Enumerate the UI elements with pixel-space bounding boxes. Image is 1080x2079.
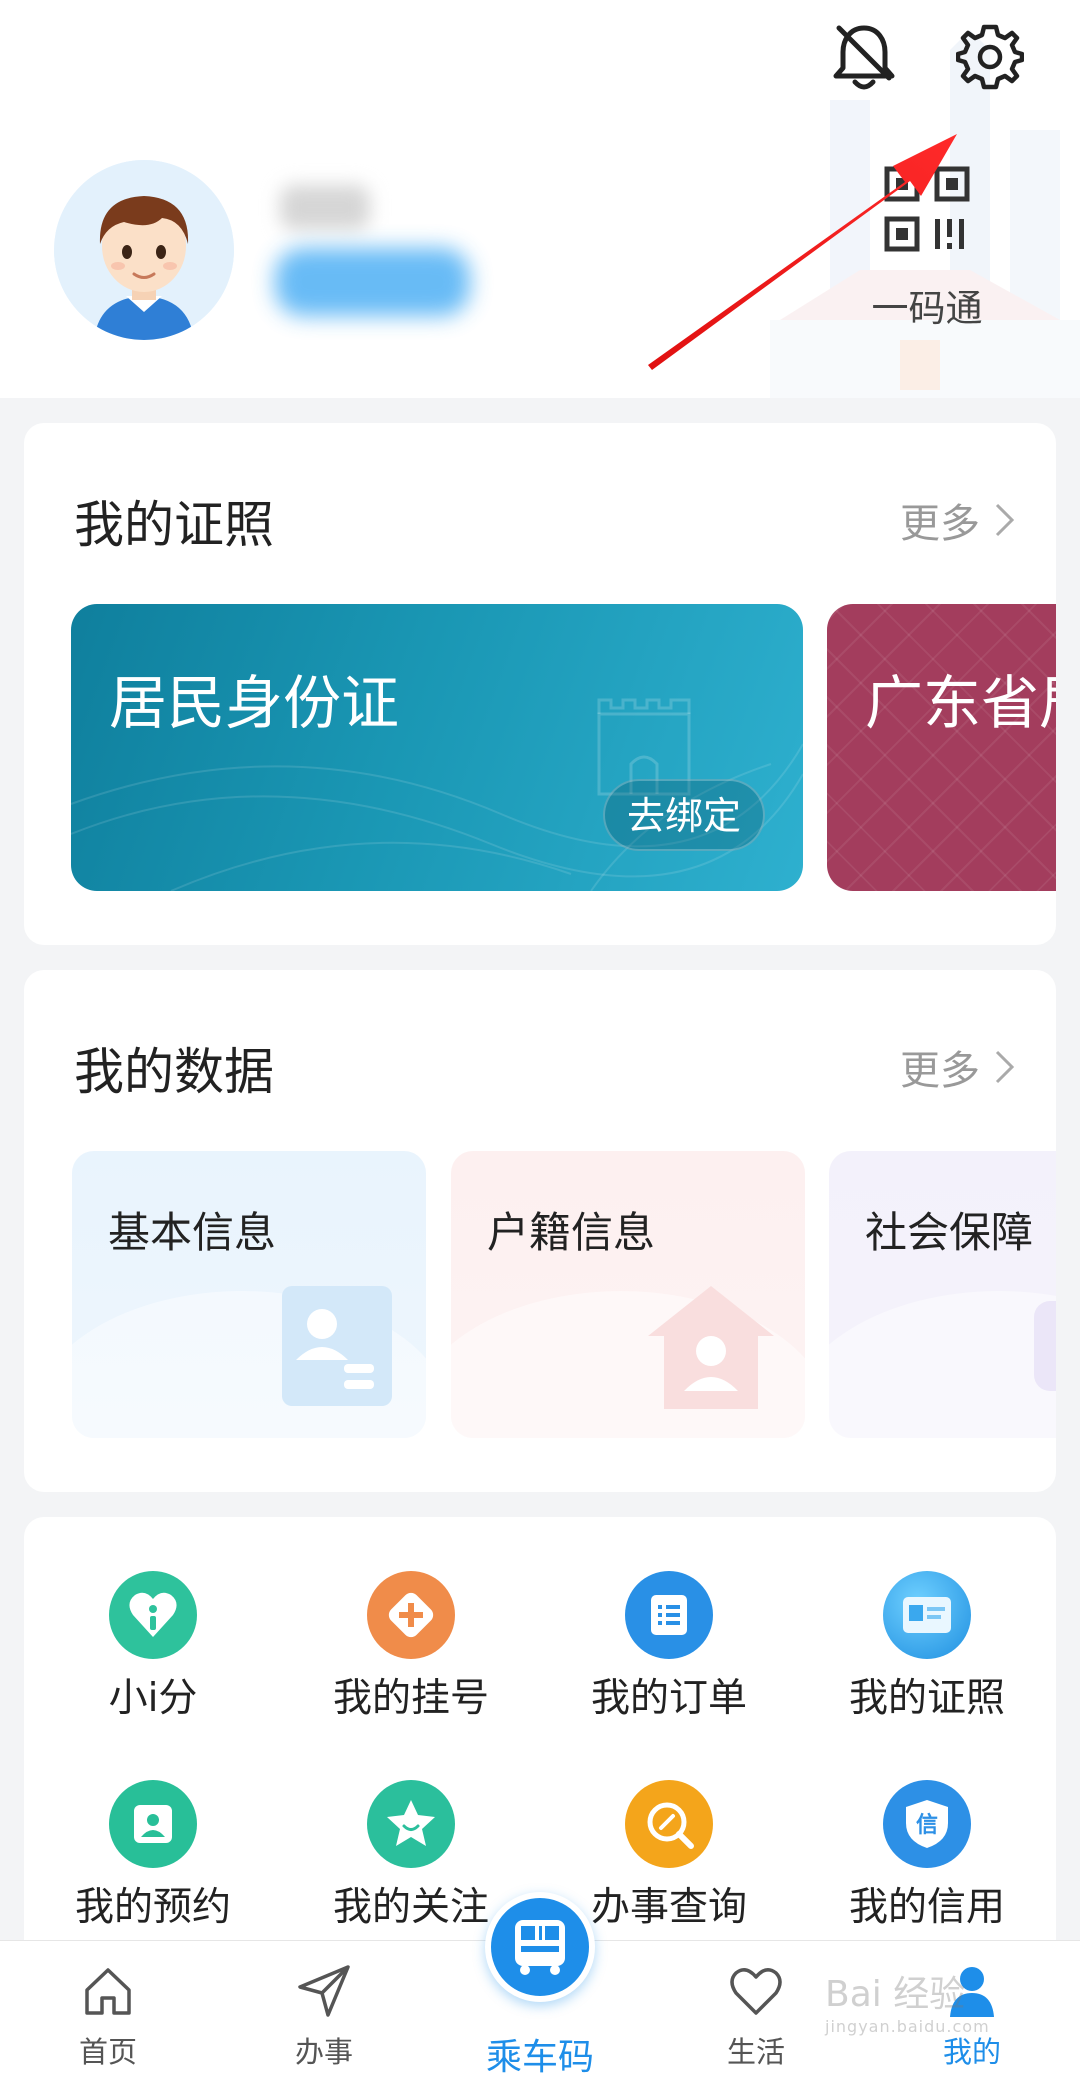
star-smile-icon — [367, 1780, 455, 1868]
appointment-person-icon — [109, 1780, 197, 1868]
watermark-sub: jingyan.baidu.com — [825, 2017, 990, 2036]
service-label: 我的预约 — [74, 1885, 231, 1930]
service-xiao-i-score[interactable]: 小i分 — [24, 1517, 282, 1721]
service-my-registration[interactable]: 我的挂号 — [282, 1517, 540, 1721]
social-security-icon — [1034, 1301, 1056, 1391]
license-card-resident-id[interactable]: 居民身份证 去绑定 — [71, 604, 803, 891]
license-name: 广东省居 — [865, 669, 1056, 737]
service-affair-query[interactable]: 办事查询 — [540, 1726, 798, 1930]
service-label: 小i分 — [108, 1676, 198, 1721]
user-badge-blurred — [275, 248, 470, 316]
search-pen-icon — [625, 1780, 713, 1868]
data-tile-social-security[interactable]: 社会保障 — [829, 1151, 1056, 1438]
my-licenses-title: 我的证照 — [74, 496, 274, 554]
license-name: 居民身份证 — [109, 669, 400, 737]
service-label: 我的信用 — [848, 1885, 1005, 1930]
watermark-main: Bai 经验 — [825, 1974, 966, 2015]
tile-label: 户籍信息 — [487, 1208, 656, 1257]
settings-gear-icon[interactable] — [945, 12, 1035, 102]
tile-label: 社会保障 — [865, 1208, 1034, 1257]
service-my-credit[interactable]: 信 我的信用 — [798, 1726, 1056, 1930]
service-label: 我的证照 — [848, 1676, 1005, 1721]
service-label: 我的挂号 — [332, 1676, 489, 1721]
tab-label: 首页 — [78, 2035, 137, 2069]
more-label: 更多 — [900, 501, 980, 547]
bus-qr-icon — [515, 1920, 565, 1975]
heart-outline-icon — [724, 1959, 788, 2023]
service-label: 我的订单 — [590, 1676, 747, 1721]
licenses-more-link[interactable]: 更多 — [900, 491, 1016, 549]
bind-button[interactable]: 去绑定 — [603, 779, 765, 851]
service-my-appointments[interactable]: 我的预约 — [24, 1726, 282, 1930]
home-icon — [76, 1959, 140, 2023]
profile-header: 一码通 — [0, 0, 1080, 398]
tile-wave-decoration — [829, 1291, 1056, 1438]
service-my-orders[interactable]: 我的订单 — [540, 1517, 798, 1721]
bus-code-label: 乘车码 — [485, 2037, 594, 2078]
bus-code-button[interactable] — [485, 1892, 595, 2002]
heart-i-icon — [109, 1571, 197, 1659]
tab-home[interactable]: 首页 — [0, 1941, 216, 2079]
qr-code-icon — [884, 166, 970, 252]
license-card-guangdong[interactable]: 广东省居 — [827, 604, 1056, 891]
tab-affairs[interactable]: 办事 — [216, 1941, 432, 2079]
one-code-pass-button[interactable]: 一码通 — [862, 165, 992, 330]
my-licenses-card: 我的证照 更多 居民身份证 去绑定 广东省居 — [24, 423, 1056, 945]
notification-bell-icon[interactable] — [819, 12, 909, 102]
data-tile-basic-info[interactable]: 基本信息 — [72, 1151, 426, 1438]
data-tile-household-info[interactable]: 户籍信息 — [451, 1151, 805, 1438]
order-list-icon — [625, 1571, 713, 1659]
license-card-icon — [883, 1571, 971, 1659]
tile-label: 基本信息 — [108, 1208, 277, 1257]
house-person-icon — [648, 1286, 774, 1409]
baidu-watermark: Bai 经验 jingyan.baidu.com — [825, 1965, 1065, 2065]
medical-plus-icon — [367, 1571, 455, 1659]
my-data-card: 我的数据 更多 基本信息 户籍信息 社会保障 — [24, 970, 1056, 1492]
my-data-title: 我的数据 — [74, 1043, 274, 1101]
avatar[interactable] — [54, 160, 234, 340]
more-label: 更多 — [900, 1048, 980, 1094]
credit-shield-icon: 信 — [883, 1780, 971, 1868]
service-my-licenses[interactable]: 我的证照 — [798, 1517, 1056, 1721]
service-my-follows[interactable]: 我的关注 — [282, 1726, 540, 1930]
send-arrow-icon — [292, 1959, 356, 2023]
one-code-pass-label: 一码通 — [871, 287, 983, 330]
chevron-right-icon — [995, 503, 1015, 537]
svg-text:信: 信 — [916, 1812, 938, 1838]
chevron-right-icon — [995, 1050, 1015, 1084]
tab-label: 办事 — [294, 2035, 353, 2069]
data-more-link[interactable]: 更多 — [900, 1038, 1016, 1096]
id-card-person-icon — [282, 1286, 392, 1406]
user-name-blurred — [280, 185, 370, 230]
